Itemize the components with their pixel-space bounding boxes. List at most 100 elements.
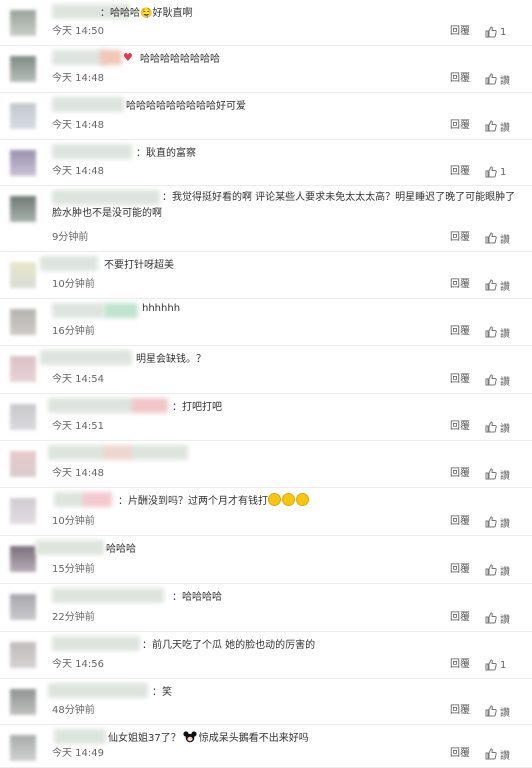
username-redacted[interactable]: [48, 683, 148, 698]
avatar[interactable]: [10, 451, 36, 477]
like-count: 讚: [500, 470, 510, 482]
like-button[interactable]: 讚: [485, 563, 510, 578]
avatar[interactable]: [10, 10, 36, 36]
comment-text: ：片酬没到吗？过两个月才有钱打: [118, 492, 310, 507]
thumbs-up-icon: [485, 468, 497, 480]
like-button[interactable]: 讚: [485, 467, 510, 482]
reply-button[interactable]: 回覆: [450, 701, 470, 716]
like-button[interactable]: 讚: [485, 611, 510, 626]
comment-time: 今天 14:50: [52, 26, 104, 37]
comment-time: 今天 14:48: [52, 73, 104, 84]
comment-time: 9分钟前: [52, 232, 89, 243]
like-button[interactable]: 1: [485, 165, 506, 179]
like-count: 讚: [500, 518, 510, 530]
reply-button[interactable]: 回覆: [450, 512, 470, 527]
like-count: 讚: [500, 281, 510, 293]
avatar[interactable]: [10, 689, 36, 715]
reply-button[interactable]: 回覆: [450, 608, 470, 623]
reply-button[interactable]: 回覆: [450, 417, 470, 432]
reply-button[interactable]: 回覆: [450, 655, 470, 670]
reply-button[interactable]: 回覆: [450, 22, 470, 37]
username-redacted[interactable]: [36, 540, 104, 555]
comment-item: 不要打针呀超美 10分钟前 回覆 讚: [0, 252, 532, 299]
thumbs-up-icon: [485, 279, 497, 291]
username-redacted[interactable]: [40, 256, 98, 271]
like-button[interactable]: 讚: [485, 278, 510, 293]
like-button[interactable]: 讚: [485, 747, 510, 762]
reply-button[interactable]: 回覆: [450, 69, 470, 84]
username-redacted[interactable]: [40, 350, 132, 365]
heart-icon: ♥: [123, 51, 133, 64]
username-redacted[interactable]: [48, 398, 168, 413]
thumbs-up-icon: [485, 748, 497, 760]
username-redacted[interactable]: [48, 445, 188, 460]
comment-time: 今天 14:49: [52, 748, 104, 759]
reply-button[interactable]: 回覆: [450, 744, 470, 759]
avatar[interactable]: [10, 56, 36, 82]
username-redacted[interactable]: [52, 50, 107, 65]
comment-text: 仙女姐姐37了？ 惊成呆头鵝看不出来好吗: [108, 731, 309, 744]
like-count: 讚: [500, 707, 510, 719]
reply-button[interactable]: 回覆: [450, 162, 470, 177]
comment-text: ：哈哈哈哈: [172, 592, 222, 603]
comment-item: ：耿直的富察 今天 14:48 回覆 1: [0, 140, 532, 186]
like-button[interactable]: 讚: [485, 325, 510, 340]
comment-item: ：哈哈哈🤤好耿直啊 今天 14:50 回覆 1: [0, 0, 532, 46]
avatar[interactable]: [10, 735, 36, 761]
like-count: 讚: [500, 376, 510, 388]
like-button[interactable]: 讚: [485, 119, 510, 134]
avatar[interactable]: [10, 150, 36, 176]
reply-button[interactable]: 回覆: [450, 560, 470, 575]
reply-button[interactable]: 回覆: [450, 228, 470, 243]
avatar[interactable]: [10, 309, 36, 335]
reply-button[interactable]: 回覆: [450, 322, 470, 337]
reply-button[interactable]: 回覆: [450, 464, 470, 479]
like-button[interactable]: 讚: [485, 231, 510, 246]
reply-button[interactable]: 回覆: [450, 370, 470, 385]
like-button[interactable]: 讚: [485, 72, 510, 87]
comment-item: hhhhhh 16分钟前 回覆 讚: [0, 299, 532, 346]
comment-text: ：笑: [152, 687, 172, 698]
username-redacted[interactable]: [52, 588, 164, 603]
like-button[interactable]: 讚: [485, 704, 510, 719]
username-redacted[interactable]: [54, 729, 106, 744]
comment-item: ：我觉得挺好看的啊 评论某些人要求未免太太太高？明星睡迟了晚了可能眼肿了脸水肿也…: [0, 186, 532, 252]
avatar[interactable]: [10, 404, 36, 430]
like-button[interactable]: 1: [485, 658, 506, 672]
username-redacted[interactable]: [52, 636, 140, 651]
avatar[interactable]: [10, 498, 36, 524]
comment-time: 10分钟前: [52, 516, 95, 527]
avatar[interactable]: [10, 196, 36, 222]
like-button[interactable]: 讚: [485, 515, 510, 530]
comment-text: 明星会缺钱。？: [136, 354, 206, 365]
avatar[interactable]: [10, 103, 36, 129]
comment-text: 不要打针呀超美: [104, 260, 174, 271]
thumbs-up-icon: [485, 232, 497, 244]
avatar[interactable]: [10, 594, 36, 620]
comment-time: 16分钟前: [52, 326, 95, 337]
thumbs-up-icon: [485, 120, 497, 132]
thumbs-up-icon: [485, 564, 497, 576]
like-count: 1: [500, 166, 507, 178]
comment-text: 哈哈哈哈哈哈哈哈: [140, 54, 220, 65]
avatar[interactable]: [10, 642, 36, 668]
avatar[interactable]: [10, 262, 36, 288]
comment-item: ：笑 48分钟前 回覆 讚: [0, 679, 532, 725]
reply-button[interactable]: 回覆: [450, 116, 470, 131]
username-redacted[interactable]: [52, 303, 104, 318]
like-button[interactable]: 1: [485, 25, 506, 39]
like-button[interactable]: 讚: [485, 373, 510, 388]
like-button[interactable]: 讚: [485, 420, 510, 435]
thumbs-up-icon: [485, 516, 497, 528]
username-redacted[interactable]: [104, 303, 138, 318]
comment-item: ：前几天吃了个瓜 她的脸也动的厉害的 今天 14:56 回覆 1: [0, 632, 532, 679]
username-redacted[interactable]: [52, 144, 132, 159]
username-redacted[interactable]: [52, 97, 124, 112]
comment-time: 今天 14:48: [52, 468, 104, 479]
username-redacted[interactable]: [100, 50, 122, 65]
avatar[interactable]: [10, 356, 36, 382]
reply-button[interactable]: 回覆: [450, 275, 470, 290]
username-redacted[interactable]: [54, 492, 112, 507]
laughing-emoji-icon: [282, 493, 295, 506]
avatar[interactable]: [10, 546, 36, 572]
